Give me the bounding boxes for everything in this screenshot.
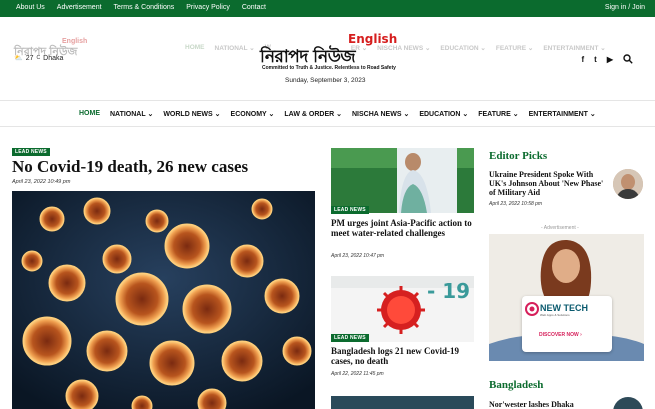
ad-cta-button[interactable]: DISCOVER NOW ›: [539, 332, 582, 338]
about-link[interactable]: About Us: [16, 4, 45, 11]
terms-link[interactable]: Terms & Conditions: [114, 4, 175, 11]
social-icons: f t ▶: [582, 54, 634, 64]
ad-card: NEW TECH Web Apps & Solutions DISCOVER N…: [522, 296, 612, 352]
editor-pick-date: April 23, 2022 10:58 pm: [489, 201, 543, 207]
privacy-link[interactable]: Privacy Policy: [186, 4, 230, 11]
mid-story-2-image-text: - 19: [427, 279, 470, 303]
main-nav: HOME NATIONAL ⌄ WORLD NEWS ⌄ ECONOMY ⌄ L…: [0, 100, 655, 127]
lead-title[interactable]: No Covid-19 death, 26 new cases: [12, 157, 248, 177]
mid-story-2-badge[interactable]: LEAD NEWS: [331, 334, 369, 342]
nav-nischa-news[interactable]: NISCHA NEWS ⌄: [352, 110, 409, 118]
site-logo[interactable]: English নিরাপদ নিউজ Committed to Truth &…: [258, 32, 398, 74]
mid-story-1-image[interactable]: [331, 148, 474, 213]
nav-entertainment[interactable]: ENTERTAINMENT ⌄: [529, 110, 596, 118]
nav-national[interactable]: NATIONAL ⌄: [110, 110, 153, 118]
sticky-nav-national[interactable]: NATIONAL ⌄: [215, 44, 255, 52]
editor-pick-title[interactable]: Ukraine President Spoke With UK's Johnso…: [489, 170, 604, 197]
signin-link[interactable]: Sign in / Join: [605, 4, 645, 11]
mid-story-1-date: April 23, 2022 10:47 pm: [331, 253, 385, 259]
advertisement-link[interactable]: Advertisement: [57, 4, 102, 11]
nav-law-order[interactable]: LAW & ORDER ⌄: [284, 110, 342, 118]
logo-tagline: Committed to Truth & Justice. Relentless…: [262, 65, 396, 71]
bangladesh-heading[interactable]: Bangladesh: [489, 379, 543, 391]
sticky-logo-en: English: [62, 38, 88, 45]
current-date: Sunday, September 3, 2023: [285, 77, 366, 84]
top-bar: About Us Advertisement Terms & Condition…: [0, 0, 655, 17]
lead-image[interactable]: [12, 191, 315, 409]
editor-picks-heading[interactable]: Editor Picks: [489, 150, 547, 162]
weather-unit: C: [36, 55, 41, 61]
sticky-nav-feature[interactable]: FEATURE ⌄: [496, 44, 533, 52]
ad-label: - Advertisement -: [541, 225, 579, 231]
editor-pick-thumbnail[interactable]: [613, 169, 643, 199]
lead-date: April 23, 2022 10:49 pm: [12, 179, 71, 185]
ad-brand: NEW TECH: [540, 303, 588, 313]
weather-widget: ⛅ 27 C Dhaka: [14, 54, 64, 63]
mid-story-2-title[interactable]: Bangladesh logs 21 new Covid-19 cases, n…: [331, 346, 476, 366]
bangladesh-story-title[interactable]: Nor'wester lashes Dhaka: [489, 400, 609, 409]
youtube-icon[interactable]: ▶: [607, 55, 613, 64]
search-icon[interactable]: [623, 54, 633, 64]
sticky-nav-home[interactable]: HOME: [185, 44, 205, 52]
sticky-nav-education[interactable]: EDUCATION ⌄: [440, 44, 485, 52]
bangladesh-story-thumbnail[interactable]: [613, 397, 643, 409]
mid-story-1-title[interactable]: PM urges joint Asia-Pacific action to me…: [331, 218, 476, 238]
nav-home[interactable]: HOME: [79, 110, 100, 118]
nav-feature[interactable]: FEATURE ⌄: [478, 110, 518, 118]
mid-story-3-image[interactable]: [331, 396, 474, 409]
nav-world-news[interactable]: WORLD NEWS ⌄: [163, 110, 220, 118]
top-links: About Us Advertisement Terms & Condition…: [16, 4, 266, 11]
mid-story-1-badge[interactable]: LEAD NEWS: [331, 206, 369, 214]
advertisement-banner[interactable]: NEW TECH Web Apps & Solutions DISCOVER N…: [489, 234, 644, 361]
virus-illustration: [12, 191, 315, 409]
weather-city: Dhaka: [43, 54, 64, 62]
contact-link[interactable]: Contact: [242, 4, 266, 11]
nav-education[interactable]: EDUCATION ⌄: [419, 110, 468, 118]
nav-economy[interactable]: ECONOMY ⌄: [231, 110, 275, 118]
twitter-icon[interactable]: t: [594, 55, 597, 64]
mid-story-2-date: April 22, 2022 11:45 pm: [331, 371, 384, 377]
mid-story-2-image[interactable]: - 19: [331, 276, 474, 342]
weather-icon: ⛅: [14, 55, 23, 62]
logo-english: English: [348, 32, 398, 46]
ad-sub: Web Apps & Solutions: [540, 313, 570, 317]
lead-badge[interactable]: LEAD NEWS: [12, 148, 50, 156]
facebook-icon[interactable]: f: [582, 55, 585, 64]
weather-temp: 27: [25, 54, 34, 62]
sticky-nav-entertainment[interactable]: ENTERTAINMENT ⌄: [543, 44, 605, 52]
new-tech-logo-icon: [525, 302, 539, 316]
